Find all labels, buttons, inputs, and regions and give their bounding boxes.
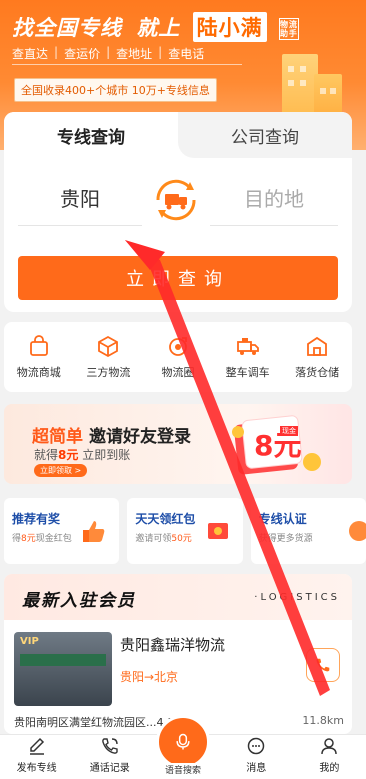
category-label: 整车调车 <box>225 366 270 379</box>
tab-label: 发布专线 <box>16 763 57 774</box>
red-envelope-icon <box>207 523 228 539</box>
swap-truck-icon[interactable] <box>150 174 202 226</box>
microphone-icon <box>176 733 190 750</box>
member-photo[interactable]: VIP <box>14 632 112 706</box>
origin-field[interactable]: 贵阳 <box>18 176 142 226</box>
banner-link-address[interactable]: 查地址 <box>116 45 152 62</box>
thumbs-up-icon <box>83 521 105 542</box>
tab-label: 通话记录 <box>89 763 130 774</box>
invite-title: 超简单 邀请好友登录 <box>32 422 191 447</box>
message-icon <box>247 737 265 755</box>
new-members-section: 最新入驻会员 ·LOGISTICS VIP 贵阳鑫瑞洋物流 贵阳→北京 贵阳南明… <box>4 574 352 734</box>
phone-history-icon <box>101 738 118 754</box>
banner-stats: 全国收录400+个城市 10万+专线信息 <box>14 78 217 102</box>
category-row: 物流商城 三方物流 物流圈 整车调车 落货仓储 <box>4 322 352 392</box>
truck-icon <box>236 338 259 355</box>
category-warehouse[interactable]: 落货仓储 <box>282 322 352 392</box>
category-label: 落货仓储 <box>295 366 340 379</box>
edit-icon <box>29 737 44 755</box>
category-3pl[interactable]: 三方物流 <box>74 322 144 392</box>
banner-title-part2: 就上 <box>136 16 181 40</box>
tab-line-query[interactable]: 专线查询 <box>4 112 178 158</box>
invite-banner[interactable]: 超简单 邀请好友登录 就得8元 立即到账 立即领取 > 8元 现金 <box>4 404 352 484</box>
banner-links: 查直达 | 查运价 | 查地址 | 查电话 <box>12 45 205 62</box>
invite-sub-prefix: 就得 <box>34 448 59 462</box>
member-distance: 11.8km <box>302 714 344 727</box>
banner-link-phone[interactable]: 查电话 <box>168 45 204 62</box>
banner-title: 找全国专线 就上 陆小满 物流助手 <box>12 12 299 42</box>
promo-daily-red-packet[interactable]: 天天领红包 邀请可领50元 <box>127 498 243 564</box>
category-label: 物流商城 <box>16 366 61 379</box>
category-label: 三方物流 <box>86 366 131 379</box>
category-circle[interactable]: 物流圈 <box>143 322 213 392</box>
invite-highlight: 超简单 <box>32 427 83 447</box>
tab-label: 消息 <box>246 763 267 774</box>
user-icon <box>321 738 338 755</box>
tab-messages[interactable]: 消息 <box>220 735 293 779</box>
invite-sub-suffix: 立即到账 <box>78 448 131 462</box>
members-title-en: ·LOGISTICS <box>254 592 340 603</box>
banner-divider <box>12 64 242 65</box>
destination-field[interactable]: 目的地 <box>210 176 338 226</box>
bag-icon <box>29 335 48 356</box>
banner-link-price[interactable]: 查运价 <box>64 45 100 62</box>
category-truck[interactable]: 整车调车 <box>213 322 283 392</box>
invite-claim-tag[interactable]: 立即领取 > <box>34 464 88 477</box>
invite-title-text: 邀请好友登录 <box>89 427 191 447</box>
circle-icon <box>169 337 187 356</box>
tab-label: 我的 <box>319 763 340 774</box>
vip-badge: VIP <box>20 636 39 647</box>
promo-referral[interactable]: 推荐有奖 得8元现金红包 <box>4 498 120 564</box>
box-icon <box>98 335 119 358</box>
banner-link-direct[interactable]: 查直达 <box>12 45 48 62</box>
members-header: 最新入驻会员 ·LOGISTICS <box>4 574 352 620</box>
tab-profile[interactable]: 我的 <box>293 735 366 779</box>
brand-logo: 陆小满 <box>192 12 267 42</box>
member-name[interactable]: 贵阳鑫瑞洋物流 <box>120 634 225 655</box>
query-button[interactable]: 立即查询 <box>18 256 338 300</box>
tab-publish-line[interactable]: 发布专线 <box>0 735 73 779</box>
route-selector: 贵阳 目的地 <box>4 158 352 240</box>
brand-tag: 物流助手 <box>278 18 299 40</box>
query-card: 专线查询 公司查询 贵阳 目的地 立即查询 <box>4 112 352 312</box>
warehouse-icon <box>307 336 328 356</box>
tab-company-query[interactable]: 公司查询 <box>178 112 352 158</box>
invite-sub-amount: 8元 <box>58 448 79 462</box>
bottom-tab-bar: 发布专线 通话记录 语音搜索 消息 我的 <box>0 715 366 779</box>
promo-row: 推荐有奖 得8元现金红包 天天领红包 邀请可领50元 专线认证 获得更多货源 <box>4 498 366 564</box>
packet-tag: 现金 <box>280 426 298 436</box>
member-route: 贵阳→北京 <box>120 670 179 684</box>
banner-title-part1: 找全国专线 <box>12 16 122 40</box>
certificate-icon <box>348 521 366 541</box>
phone-icon <box>316 658 330 672</box>
query-tabs: 专线查询 公司查询 <box>4 112 352 158</box>
members-title: 最新入驻会员 <box>22 591 136 611</box>
promo-certification[interactable]: 专线认证 获得更多货源 <box>250 498 366 564</box>
voice-search-button[interactable] <box>156 715 210 769</box>
voice-search-label: 语音搜索 <box>160 763 206 776</box>
tab-call-history[interactable]: 通话记录 <box>73 735 146 779</box>
call-button[interactable] <box>306 648 340 682</box>
invite-subtitle: 就得8元 立即到账 <box>34 446 130 463</box>
category-label: 物流圈 <box>161 366 195 379</box>
storefront-sign <box>20 654 106 666</box>
category-mall[interactable]: 物流商城 <box>4 322 74 392</box>
red-packet-icon: 8元 现金 <box>226 412 322 476</box>
tab-voice-search[interactable]: 语音搜索 <box>146 715 219 779</box>
